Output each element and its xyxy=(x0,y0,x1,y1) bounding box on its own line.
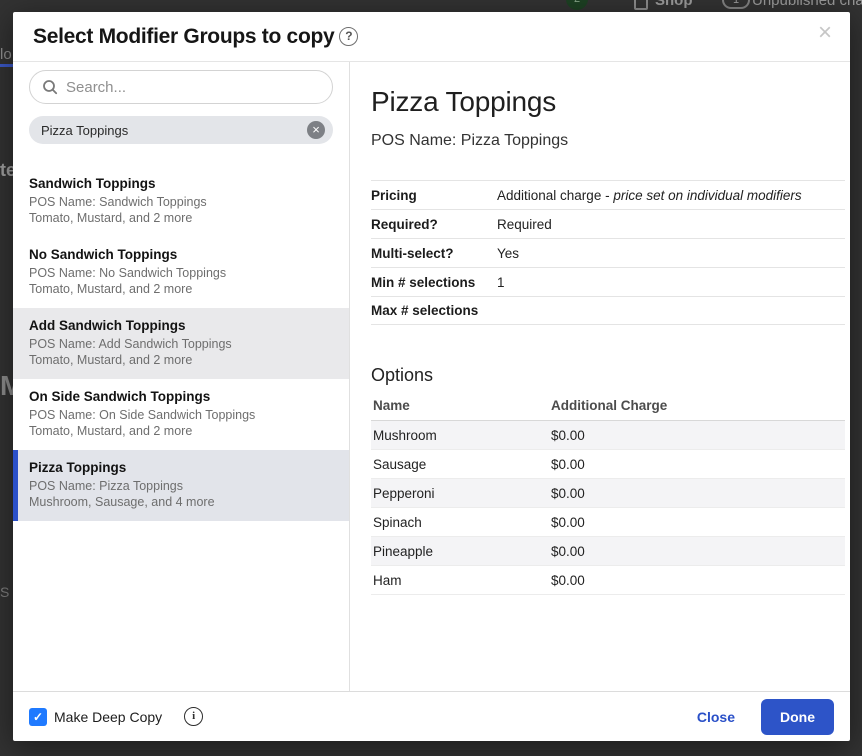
option-charge: $0.00 xyxy=(549,450,845,479)
search-icon xyxy=(42,79,58,95)
property-label: Pricing xyxy=(371,188,497,203)
group-summary: Tomato, Mustard, and 2 more xyxy=(29,281,333,297)
background-topbar: 2 Shop 1 Unpublished cha xyxy=(0,0,862,12)
property-label: Multi-select? xyxy=(371,246,497,261)
property-value: 1 xyxy=(497,275,505,290)
option-name: Sausage xyxy=(371,450,549,479)
list-item-pizza-toppings[interactable]: Pizza Toppings POS Name: Pizza Toppings … xyxy=(13,450,349,521)
option-charge: $0.00 xyxy=(549,479,845,508)
pricing-value-plain: Additional charge - xyxy=(497,188,613,203)
group-name: Sandwich Toppings xyxy=(29,176,333,191)
table-row: Mushroom $0.00 xyxy=(371,421,845,450)
option-name: Pineapple xyxy=(371,537,549,566)
search-filter-chip: Pizza Toppings × xyxy=(29,116,333,144)
unpublished-changes-label: Unpublished cha xyxy=(752,0,862,9)
modifier-group-list: Sandwich Toppings POS Name: Sandwich Top… xyxy=(13,166,349,521)
chip-label: Pizza Toppings xyxy=(41,123,128,138)
background-link-underline xyxy=(0,64,13,67)
shop-link: Shop xyxy=(655,0,693,9)
options-heading: Options xyxy=(371,365,845,386)
shop-bag-icon xyxy=(634,0,648,10)
pricing-value-italic: price set on individual modifiers xyxy=(613,188,801,203)
group-name: Pizza Toppings xyxy=(29,460,333,475)
option-charge: $0.00 xyxy=(549,421,845,450)
help-icon[interactable]: ? xyxy=(339,27,358,46)
modifier-group-list-panel: Pizza Toppings × Sandwich Toppings POS N… xyxy=(13,62,350,691)
group-pos-name: POS Name: No Sandwich Toppings xyxy=(29,265,333,281)
option-charge: $0.00 xyxy=(549,537,845,566)
detail-title: Pizza Toppings xyxy=(371,86,845,118)
option-name: Ham xyxy=(371,566,549,595)
property-row-required: Required? Required xyxy=(371,209,845,238)
notification-badge: 2 xyxy=(566,0,588,10)
dialog-body: Pizza Toppings × Sandwich Toppings POS N… xyxy=(13,62,850,691)
select-modifier-groups-dialog: Select Modifier Groups to copy ? × xyxy=(13,12,850,741)
options-table: Name Additional Charge Mushroom $0.00 Sa… xyxy=(371,398,845,595)
property-row-max-selections: Max # selections xyxy=(371,296,845,325)
filter-chip-row: Pizza Toppings × xyxy=(13,116,349,144)
search-box[interactable] xyxy=(29,70,333,104)
property-row-pricing: Pricing Additional charge - price set on… xyxy=(371,180,845,209)
group-name: Add Sandwich Toppings xyxy=(29,318,333,333)
table-row: Spinach $0.00 xyxy=(371,508,845,537)
property-value: Required xyxy=(497,217,552,232)
table-row: Ham $0.00 xyxy=(371,566,845,595)
close-button[interactable]: Close xyxy=(697,709,735,725)
detail-pos-name: POS Name: Pizza Toppings xyxy=(371,132,845,150)
table-row: Pineapple $0.00 xyxy=(371,537,845,566)
group-name: On Side Sandwich Toppings xyxy=(29,389,333,404)
background-text-fragment: lo xyxy=(0,46,12,63)
options-col-name: Name xyxy=(371,398,549,421)
group-summary: Mushroom, Sausage, and 4 more xyxy=(29,494,333,510)
option-charge: $0.00 xyxy=(549,508,845,537)
property-row-min-selections: Min # selections 1 xyxy=(371,267,845,296)
modifier-group-detail-panel: Pizza Toppings POS Name: Pizza Toppings … xyxy=(350,62,850,691)
options-header-row: Name Additional Charge xyxy=(371,398,845,421)
background-text-fragment: te xyxy=(0,160,13,181)
group-summary: Tomato, Mustard, and 2 more xyxy=(29,210,333,226)
list-item-add-sandwich-toppings[interactable]: Add Sandwich Toppings POS Name: Add Sand… xyxy=(13,308,349,379)
property-row-multi-select: Multi-select? Yes xyxy=(371,238,845,267)
background-text-fragment: S xyxy=(0,584,9,600)
option-name: Pepperoni xyxy=(371,479,549,508)
table-row: Pepperoni $0.00 xyxy=(371,479,845,508)
unpublished-count-badge: 1 xyxy=(722,0,750,9)
group-name: No Sandwich Toppings xyxy=(29,247,333,262)
dialog-footer: ✓ Make Deep Copy i Close Done xyxy=(13,691,850,741)
make-deep-copy-label: Make Deep Copy xyxy=(54,709,162,725)
property-label: Min # selections xyxy=(371,275,497,290)
background-text-fragment: M xyxy=(0,370,13,402)
close-icon[interactable]: × xyxy=(814,17,836,49)
screen: 2 Shop 1 Unpublished cha lo te M S Selec… xyxy=(0,0,862,756)
search-input[interactable] xyxy=(66,79,320,96)
group-pos-name: POS Name: On Side Sandwich Toppings xyxy=(29,407,333,423)
property-label: Max # selections xyxy=(371,303,497,318)
done-button[interactable]: Done xyxy=(761,699,834,735)
options-col-charge: Additional Charge xyxy=(549,398,845,421)
property-list: Pricing Additional charge - price set on… xyxy=(371,180,845,325)
make-deep-copy-checkbox[interactable]: ✓ xyxy=(29,708,47,726)
info-icon[interactable]: i xyxy=(184,707,203,726)
group-pos-name: POS Name: Sandwich Toppings xyxy=(29,194,333,210)
list-item-on-side-sandwich-toppings[interactable]: On Side Sandwich Toppings POS Name: On S… xyxy=(13,379,349,450)
list-item-sandwich-toppings[interactable]: Sandwich Toppings POS Name: Sandwich Top… xyxy=(13,166,349,237)
group-pos-name: POS Name: Pizza Toppings xyxy=(29,478,333,494)
property-value: Yes xyxy=(497,246,519,261)
dialog-header: Select Modifier Groups to copy ? × xyxy=(13,12,850,62)
option-name: Spinach xyxy=(371,508,549,537)
list-item-no-sandwich-toppings[interactable]: No Sandwich Toppings POS Name: No Sandwi… xyxy=(13,237,349,308)
group-summary: Tomato, Mustard, and 2 more xyxy=(29,423,333,439)
background-left-edge: lo te M S xyxy=(0,12,13,741)
option-name: Mushroom xyxy=(371,421,549,450)
search-area xyxy=(13,70,349,104)
group-pos-name: POS Name: Add Sandwich Toppings xyxy=(29,336,333,352)
table-row: Sausage $0.00 xyxy=(371,450,845,479)
group-summary: Tomato, Mustard, and 2 more xyxy=(29,352,333,368)
chip-remove-icon[interactable]: × xyxy=(307,121,325,139)
property-label: Required? xyxy=(371,217,497,232)
dialog-title: Select Modifier Groups to copy xyxy=(33,25,334,49)
property-value: Additional charge - price set on individ… xyxy=(497,188,802,203)
option-charge: $0.00 xyxy=(549,566,845,595)
